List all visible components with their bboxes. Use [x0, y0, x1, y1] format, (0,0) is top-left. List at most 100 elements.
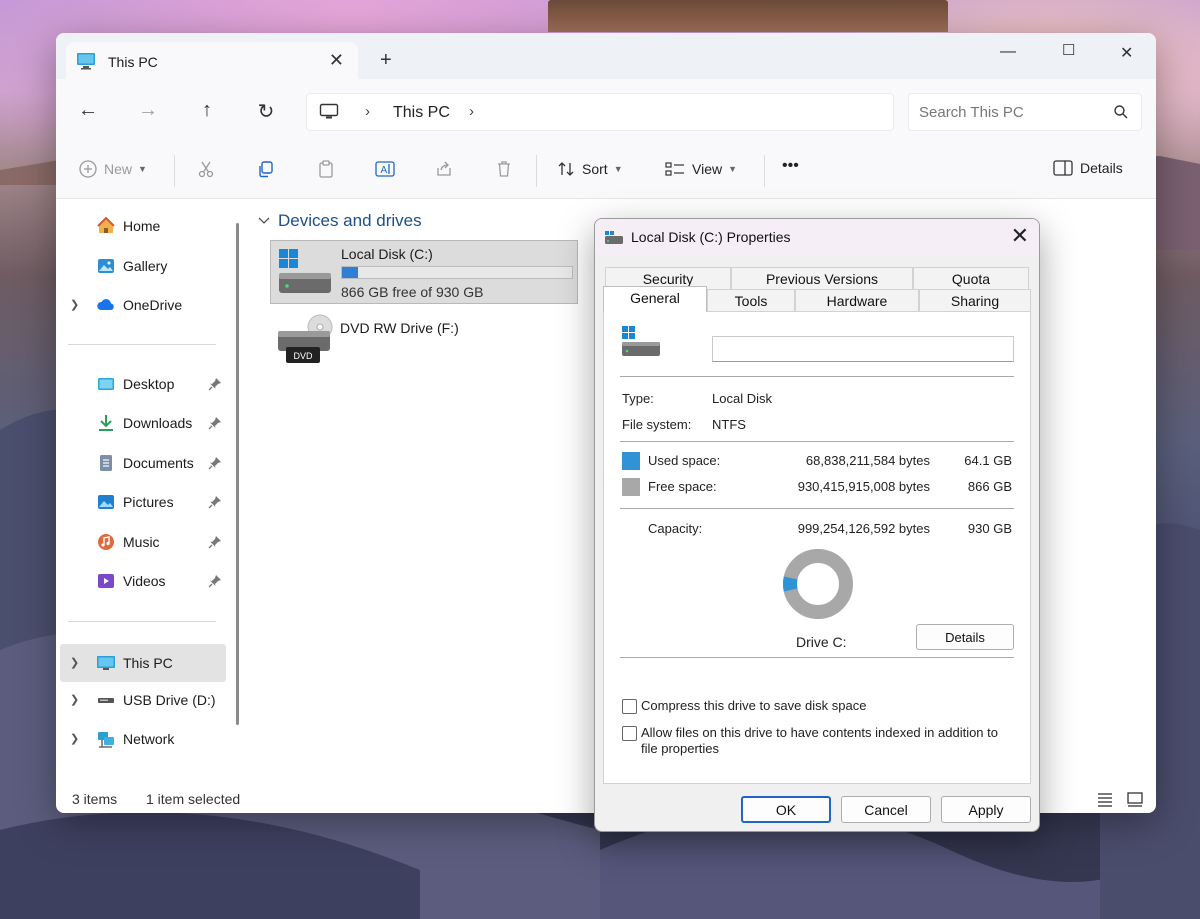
capacity-gb: 930 GB: [967, 521, 1012, 536]
sidebar-item-this-pc[interactable]: ❯ This PC: [60, 644, 226, 682]
pin-icon[interactable]: [208, 416, 222, 430]
sidebar-item-gallery[interactable]: Gallery: [56, 249, 236, 283]
back-button[interactable]: ←: [76, 99, 100, 122]
sidebar-item-desktop[interactable]: Desktop: [56, 367, 236, 401]
drive-item-dvd[interactable]: DVD DVD RW Drive (F:): [270, 313, 530, 373]
pin-icon[interactable]: [208, 456, 222, 470]
minimize-icon[interactable]: —: [1000, 43, 1016, 61]
group-header-devices[interactable]: Devices and drives: [258, 211, 422, 231]
group-title: Devices and drives: [278, 211, 422, 230]
pin-icon[interactable]: [208, 377, 222, 391]
more-options-button[interactable]: •••: [782, 157, 799, 175]
details-view-icon[interactable]: [1096, 791, 1114, 807]
copy-button[interactable]: [256, 159, 282, 179]
paste-button[interactable]: [316, 159, 342, 179]
details-pane-button[interactable]: Details: [1052, 159, 1123, 177]
search-icon[interactable]: [1113, 104, 1129, 120]
hard-drive-icon: [622, 326, 660, 356]
ok-button[interactable]: OK: [741, 796, 831, 823]
sidebar-scrollbar[interactable]: [236, 223, 239, 725]
sidebar-item-downloads[interactable]: Downloads: [56, 406, 236, 440]
sidebar-label: USB Drive (D:): [123, 692, 216, 708]
sidebar-item-music[interactable]: Music: [56, 525, 236, 559]
view-button[interactable]: View ▼: [664, 159, 737, 179]
chevron-right-icon[interactable]: ›: [365, 103, 370, 120]
sidebar-item-onedrive[interactable]: ❯ OneDrive: [56, 288, 236, 322]
sort-button[interactable]: Sort ▼: [556, 159, 623, 179]
sidebar-label: Videos: [123, 573, 166, 589]
free-space-label: Free space:: [648, 479, 717, 494]
maximize-icon[interactable]: ☐: [1062, 41, 1075, 59]
tiles-view-icon[interactable]: [1126, 791, 1144, 807]
search-input[interactable]: [919, 100, 1099, 124]
computer-icon: [77, 53, 95, 70]
sidebar-item-home[interactable]: Home: [56, 209, 236, 243]
computer-icon: [97, 656, 115, 670]
pictures-icon: [98, 495, 114, 509]
tab-quota[interactable]: Quota: [913, 267, 1029, 289]
drive-item-c[interactable]: Local Disk (C:) 866 GB free of 930 GB: [270, 240, 578, 304]
pin-icon[interactable]: [208, 495, 222, 509]
sidebar-label: Downloads: [123, 415, 193, 431]
tab-hardware[interactable]: Hardware: [795, 289, 919, 311]
free-space-gb: 866 GB: [967, 479, 1012, 494]
file-system-value: NTFS: [712, 417, 746, 432]
capacity-bytes: 999,254,126,592 bytes: [797, 521, 930, 536]
copy-icon: [259, 161, 273, 178]
tab-general[interactable]: General: [603, 286, 707, 312]
chevron-right-icon[interactable]: ❯: [70, 656, 79, 669]
details-label: Details: [1080, 160, 1123, 176]
sidebar-divider: [68, 621, 216, 622]
index-checkbox[interactable]: [622, 726, 637, 741]
chevron-right-icon[interactable]: ❯: [70, 298, 79, 311]
compress-checkbox[interactable]: [622, 699, 637, 714]
address-field[interactable]: › This PC ›: [306, 93, 894, 131]
close-dialog-icon[interactable]: ✕: [1011, 223, 1029, 249]
video-icon: [98, 574, 114, 588]
cancel-button[interactable]: Cancel: [841, 796, 931, 823]
plus-circle-icon: [79, 160, 97, 178]
chevron-right-icon[interactable]: ❯: [70, 693, 79, 706]
tab-this-pc[interactable]: This PC ✕: [66, 42, 358, 80]
drive-label-input[interactable]: [712, 336, 1014, 362]
new-tab-button[interactable]: +: [380, 49, 392, 72]
share-icon: [437, 161, 451, 176]
used-space-arc: [783, 576, 798, 592]
cut-button[interactable]: [196, 159, 222, 179]
chevron-down-icon: [258, 217, 270, 224]
close-window-icon[interactable]: ✕: [1120, 43, 1133, 63]
chevron-down-icon: ▼: [613, 164, 623, 174]
used-space-label: Used space:: [648, 453, 721, 468]
close-tab-icon[interactable]: ✕: [329, 50, 344, 71]
sidebar-item-usb-drive[interactable]: ❯ USB Drive (D:): [56, 683, 236, 717]
sidebar-label: OneDrive: [123, 297, 183, 313]
sidebar-label: Music: [123, 534, 160, 550]
chevron-right-icon[interactable]: ›: [469, 103, 474, 120]
tab-label: This PC: [108, 54, 158, 70]
new-button[interactable]: New ▼: [78, 159, 147, 179]
index-option[interactable]: Allow files on this drive to have conten…: [622, 725, 1012, 757]
toolbar-divider: [536, 155, 537, 187]
sidebar-item-documents[interactable]: Documents: [56, 446, 236, 480]
up-button[interactable]: ↑: [195, 99, 219, 122]
refresh-button[interactable]: ↻: [254, 99, 278, 124]
pin-icon[interactable]: [208, 535, 222, 549]
delete-button[interactable]: [494, 159, 520, 179]
tab-previous-versions[interactable]: Previous Versions: [731, 267, 913, 289]
apply-button[interactable]: Apply: [941, 796, 1031, 823]
chevron-right-icon[interactable]: ❯: [70, 732, 79, 745]
compress-option[interactable]: Compress this drive to save disk space: [622, 698, 866, 714]
forward-button[interactable]: →: [136, 99, 160, 122]
rename-button[interactable]: A: [374, 159, 402, 179]
tab-sharing[interactable]: Sharing: [919, 289, 1031, 311]
sidebar-item-network[interactable]: ❯ Network: [56, 722, 236, 756]
sidebar-item-pictures[interactable]: Pictures: [56, 485, 236, 519]
share-button[interactable]: [434, 159, 460, 179]
sidebar-item-videos[interactable]: Videos: [56, 564, 236, 598]
pin-icon[interactable]: [208, 574, 222, 588]
breadcrumb-this-pc[interactable]: This PC: [393, 104, 450, 122]
tab-tools[interactable]: Tools: [707, 289, 795, 311]
used-space-gb: 64.1 GB: [964, 453, 1012, 468]
dialog-title-bar: Local Disk (C:) Properties ✕: [595, 219, 1039, 255]
disk-details-button[interactable]: Details: [916, 624, 1014, 650]
